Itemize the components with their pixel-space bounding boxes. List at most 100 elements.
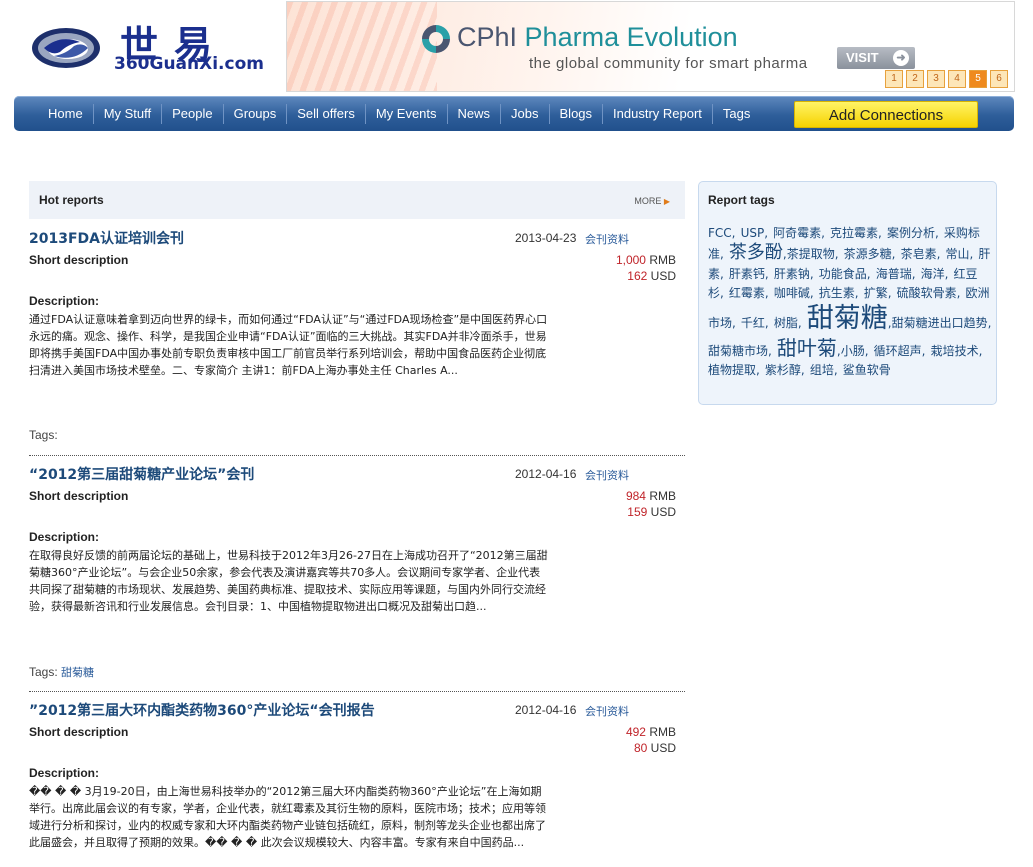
report-item: ”2012第三届大环内酯类药物360°产业论坛“会刊报告 2012-04-16 … bbox=[29, 700, 685, 860]
price-block: 492 RMB 80 USD bbox=[626, 725, 676, 755]
tag-cloud-item[interactable]: 硫酸软骨素, bbox=[897, 286, 961, 300]
tag-cloud-item[interactable]: 咖啡碱, bbox=[774, 286, 814, 300]
nav-sell-offers[interactable]: Sell offers bbox=[286, 103, 365, 124]
nav-jobs[interactable]: Jobs bbox=[500, 103, 548, 124]
report-description: 通过FDA认证意味着拿到迈向世界的绿卡，而如何通过“FDA认证”与“通过FDA现… bbox=[29, 313, 548, 377]
report-title[interactable]: ”2012第三届大环内酯类药物360°产业论坛“会刊报告 bbox=[29, 700, 375, 720]
nav-news[interactable]: News bbox=[446, 103, 501, 124]
logo-swirl-icon bbox=[32, 28, 100, 68]
more-label: MORE bbox=[634, 196, 662, 206]
report-tags: Tags: bbox=[29, 428, 58, 442]
report-title[interactable]: 2013FDA认证培训会刊 bbox=[29, 228, 184, 248]
tag-cloud-item[interactable]: 甜菊糖 bbox=[807, 303, 888, 334]
banner-page-4[interactable]: 4 bbox=[948, 70, 966, 88]
tag-cloud-item[interactable]: ,小肠, bbox=[837, 344, 869, 358]
report-date: 2013-04-23 bbox=[515, 231, 577, 245]
tag-cloud-item[interactable]: 常山, bbox=[946, 247, 974, 261]
banner-subtitle: the global community for smart pharma bbox=[529, 55, 808, 72]
price-rmb: 1,000 bbox=[615, 253, 646, 267]
report-category[interactable]: 会刊资料 bbox=[585, 467, 629, 483]
report-description: 在取得良好反馈的前两届论坛的基础上，世易科技于2012年3月26-27日在上海成… bbox=[29, 549, 548, 613]
banner-page-3[interactable]: 3 bbox=[927, 70, 945, 88]
tag-cloud-item[interactable]: 循环超声, bbox=[874, 344, 926, 358]
report-divider bbox=[29, 455, 685, 456]
report-category[interactable]: 会刊资料 bbox=[585, 703, 629, 719]
tag-cloud-item[interactable]: FCC, bbox=[708, 226, 735, 240]
report-divider bbox=[29, 691, 685, 692]
banner-page-2[interactable]: 2 bbox=[906, 70, 924, 88]
tag-cloud-item[interactable]: USP, bbox=[741, 226, 768, 240]
arrow-right-icon: ➜ bbox=[893, 50, 909, 66]
nav-my-stuff[interactable]: My Stuff bbox=[92, 103, 161, 124]
tag-cloud: FCC, USP, 阿奇霉素, 克拉霉素, 案例分析, 采购标准, 茶多酚,茶提… bbox=[708, 223, 993, 379]
tag-cloud-item[interactable]: 红霉素, bbox=[729, 286, 769, 300]
report-category[interactable]: 会刊资料 bbox=[585, 231, 629, 247]
tag-cloud-item[interactable]: 甜叶菊 bbox=[777, 336, 837, 360]
price-usd: 162 bbox=[627, 269, 648, 283]
tag-cloud-item[interactable]: 肝素钠, bbox=[774, 267, 814, 281]
nav-home[interactable]: Home bbox=[38, 104, 93, 124]
price-usd: 80 bbox=[633, 741, 648, 755]
tag-cloud-item[interactable]: 茶源多糖, bbox=[844, 247, 896, 261]
tag-cloud-item[interactable]: 甜菊糖市场, bbox=[708, 344, 772, 358]
short-description-label: Short description bbox=[29, 253, 129, 267]
tag-cloud-item[interactable]: 克拉霉素, bbox=[830, 226, 882, 240]
tag-cloud-item[interactable]: 千红, bbox=[741, 316, 769, 330]
currency-usd: USD bbox=[650, 269, 676, 283]
tags-label: Tags: bbox=[29, 665, 58, 679]
price-block: 984 RMB 159 USD bbox=[626, 489, 676, 519]
report-title[interactable]: “2012第三届甜菊糖产业论坛”会刊 bbox=[29, 464, 254, 484]
tag-cloud-item[interactable]: 阿奇霉素, bbox=[773, 226, 825, 240]
tag-cloud-item[interactable]: ,甜菊糖进出口趋势, bbox=[888, 316, 992, 330]
banner-page-6[interactable]: 6 bbox=[990, 70, 1008, 88]
banner-page-1[interactable]: 1 bbox=[885, 70, 903, 88]
report-date: 2012-04-16 bbox=[515, 467, 577, 481]
tag-cloud-item[interactable]: 肝素钙, bbox=[729, 267, 769, 281]
ad-banner[interactable]: CPhI Pharma Evolution the global communi… bbox=[286, 1, 1015, 92]
more-link[interactable]: MORE ▶ bbox=[634, 196, 670, 206]
currency-usd: USD bbox=[650, 505, 676, 519]
tag-cloud-item[interactable]: 茶多酚 bbox=[729, 242, 783, 263]
tag-cloud-item[interactable]: 紫杉醇, bbox=[765, 363, 805, 377]
tag-cloud-item[interactable]: 茶皂素, bbox=[901, 247, 941, 261]
tag-cloud-item[interactable]: 栽培技术, bbox=[931, 344, 983, 358]
description-label: Description: bbox=[29, 294, 100, 308]
tag-cloud-item[interactable]: 组培, bbox=[810, 363, 838, 377]
tag-cloud-item[interactable]: 植物提取, bbox=[708, 363, 760, 377]
description-label: Description: bbox=[29, 766, 100, 780]
currency-rmb: RMB bbox=[649, 725, 676, 739]
nav-groups[interactable]: Groups bbox=[222, 103, 287, 124]
banner-title: CPhI Pharma Evolution bbox=[457, 22, 738, 53]
nav-blogs[interactable]: Blogs bbox=[548, 103, 603, 124]
tag-cloud-item[interactable]: 海洋, bbox=[921, 267, 949, 281]
price-rmb: 984 bbox=[625, 489, 646, 503]
tag-link[interactable]: 甜菊糖 bbox=[61, 666, 94, 679]
tag-cloud-item[interactable]: ,茶提取物, bbox=[783, 247, 839, 261]
tag-cloud-item[interactable]: 海普瑞, bbox=[876, 267, 916, 281]
report-item: “2012第三届甜菊糖产业论坛”会刊 2012-04-16 会刊资料 Short… bbox=[29, 464, 685, 700]
report-tags-title: Report tags bbox=[708, 193, 775, 207]
banner-page-5[interactable]: 5 bbox=[969, 70, 987, 88]
short-description-label: Short description bbox=[29, 489, 129, 503]
nav-people[interactable]: People bbox=[161, 103, 222, 124]
banner-visit-button[interactable]: VISIT ➜ bbox=[837, 47, 915, 69]
tag-cloud-item[interactable]: 鲨鱼软骨 bbox=[843, 363, 891, 377]
tag-cloud-item[interactable]: 扩繁, bbox=[864, 286, 892, 300]
cphi-logo-icon bbox=[422, 25, 450, 53]
add-connections-button[interactable]: Add Connections bbox=[794, 101, 978, 128]
nav-my-events[interactable]: My Events bbox=[364, 103, 447, 124]
tag-cloud-item[interactable]: 抗生素, bbox=[819, 286, 859, 300]
main-nav: Home My Stuff People Groups Sell offers … bbox=[14, 96, 1014, 131]
tag-cloud-item[interactable]: 树脂, bbox=[774, 316, 802, 330]
triangle-right-icon: ▶ bbox=[663, 197, 670, 206]
nav-industry-report[interactable]: Industry Report bbox=[602, 103, 712, 124]
tag-cloud-item[interactable]: 案例分析, bbox=[887, 226, 939, 240]
nav-tags[interactable]: Tags bbox=[711, 103, 760, 124]
visit-label: VISIT bbox=[846, 50, 879, 65]
tag-cloud-item[interactable]: 功能食品, bbox=[819, 267, 871, 281]
hot-reports-header: Hot reports MORE ▶ bbox=[29, 181, 685, 219]
hot-reports-section: Hot reports MORE ▶ 2013FDA认证培训会刊 2013-04… bbox=[29, 181, 685, 851]
report-item: 2013FDA认证培训会刊 2013-04-23 会刊资料 Short desc… bbox=[29, 228, 685, 464]
site-logo[interactable]: 世易 360GuanXi.com bbox=[30, 18, 275, 80]
nav-items: Home My Stuff People Groups Sell offers … bbox=[38, 96, 760, 131]
